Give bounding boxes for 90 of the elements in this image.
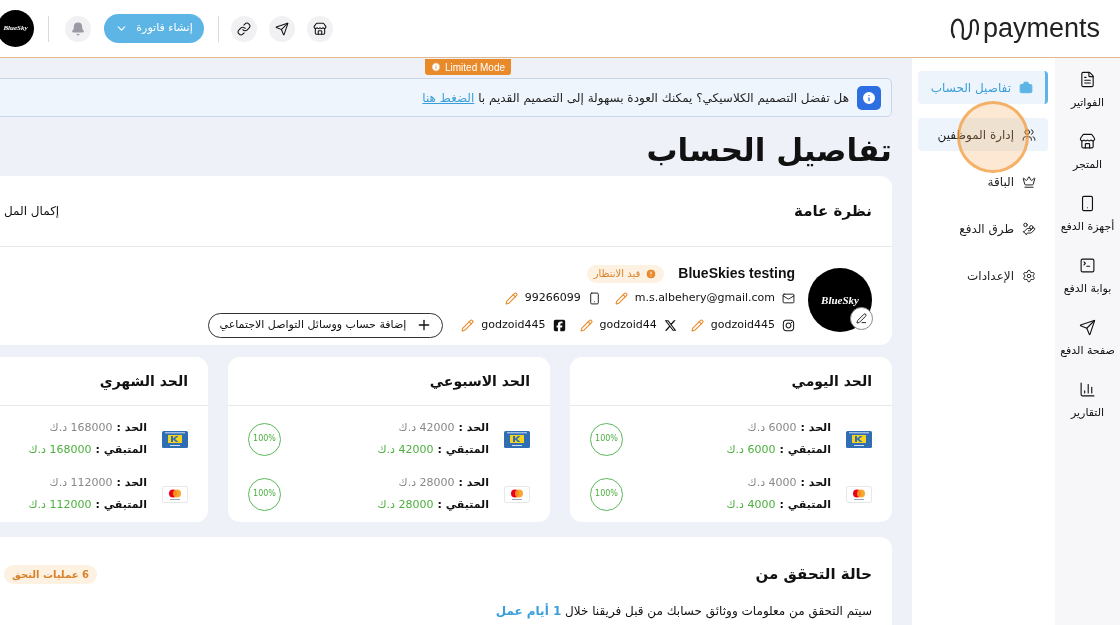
bank-card-icon bbox=[846, 430, 872, 448]
rail-item[interactable]: بوابة الدفع bbox=[1063, 257, 1112, 302]
verification-text: سيتم التحقق من معلومات ووثائق حسابك من قبل فريقنا خلال 1 أيام عمل bbox=[494, 602, 872, 620]
remaining-label: المتبقي : bbox=[779, 496, 831, 513]
limit-label: الحد : bbox=[800, 475, 831, 491]
banner-text: هل تفضل التصميم الكلاسيكي؟ يمكنك العودة بسهولة إلى التصميم القديم با الضغط هنا bbox=[422, 89, 849, 107]
instagram-icon bbox=[782, 318, 795, 332]
page-title: تفاصيل الحساب bbox=[645, 131, 892, 170]
info-icon bbox=[857, 85, 881, 110]
crown-icon bbox=[1022, 174, 1036, 189]
link-icon bbox=[237, 21, 251, 36]
card-circles-icon bbox=[846, 485, 872, 503]
remaining-value: 168000 د.ك bbox=[28, 441, 92, 458]
link-button[interactable] bbox=[231, 15, 257, 42]
limit-value: 42000 د.ك bbox=[398, 420, 455, 436]
gear-icon bbox=[1022, 268, 1036, 283]
send-icon bbox=[1079, 319, 1096, 336]
store-button[interactable] bbox=[307, 15, 333, 42]
remaining-label: المتبقي : bbox=[437, 496, 489, 513]
alert-icon bbox=[645, 267, 658, 280]
account-name: BlueSkies testing bbox=[678, 264, 795, 283]
limit-label: الحد : bbox=[458, 420, 489, 436]
rail-item[interactable]: الفواتير bbox=[1070, 71, 1105, 116]
remaining-value: 42000 د.ك bbox=[377, 441, 434, 458]
social-handle: godzoid445 bbox=[481, 316, 546, 333]
terminal-icon bbox=[1079, 257, 1096, 274]
rail-item[interactable]: صفحة الدفع bbox=[1060, 319, 1115, 364]
limited-mode-badge: Limited Mode bbox=[425, 59, 511, 75]
status-badge: قيد الانتظار bbox=[586, 264, 665, 283]
phone-icon bbox=[1079, 195, 1096, 212]
limit-label: الحد : bbox=[458, 475, 489, 491]
users-icon bbox=[1022, 127, 1036, 142]
document-icon bbox=[1079, 71, 1096, 88]
remaining-label: المتبقي : bbox=[95, 441, 147, 458]
remaining-label: المتبقي : bbox=[437, 441, 489, 458]
remaining-label: المتبقي : bbox=[95, 496, 147, 513]
x-logo-icon bbox=[663, 318, 677, 332]
facebook-icon bbox=[552, 318, 566, 332]
remaining-value: 112000 د.ك bbox=[28, 496, 92, 513]
contact-value: 99266099 bbox=[524, 290, 581, 306]
limit-value: 112000 د.ك bbox=[49, 475, 113, 491]
briefcase-icon bbox=[1019, 80, 1033, 95]
remaining-value: 4000 د.ك bbox=[726, 496, 776, 513]
remaining-value: 28000 د.ك bbox=[377, 496, 434, 513]
complete-profile-link[interactable]: إكمال المل bbox=[4, 202, 60, 220]
limit-label: الحد : bbox=[116, 420, 147, 436]
coins-hand-icon bbox=[1022, 221, 1036, 236]
social-handle: godzoid445 bbox=[710, 316, 775, 333]
bell-icon bbox=[71, 21, 85, 36]
verification-title: حالة التحقق من bbox=[755, 564, 872, 585]
phone-icon bbox=[587, 291, 601, 305]
limit-value: 28000 د.ك bbox=[398, 475, 455, 491]
edit-icon[interactable] bbox=[614, 291, 628, 305]
limit-label: الحد : bbox=[800, 420, 831, 436]
avatar-text: BlueSky bbox=[821, 293, 859, 308]
info-icon bbox=[431, 62, 441, 72]
overview-title: نظرة عامة bbox=[794, 200, 872, 222]
notifications-button[interactable] bbox=[65, 15, 91, 42]
send-icon bbox=[275, 21, 289, 36]
contact-value: m.s.albehery@gmail.com bbox=[634, 290, 775, 306]
edit-icon[interactable] bbox=[579, 318, 593, 332]
limit-value: 168000 د.ك bbox=[49, 420, 113, 436]
card-circles-icon bbox=[162, 485, 188, 503]
bank-card-icon bbox=[504, 430, 530, 448]
limit-title: الحد الاسبوعي bbox=[429, 371, 530, 392]
store-icon bbox=[313, 21, 327, 36]
limit-value: 4000 د.ك bbox=[747, 475, 797, 491]
brand-name: payments bbox=[982, 15, 1100, 42]
limit-value: 6000 د.ك bbox=[747, 420, 797, 436]
operations-badge: 6 عمليات التحق bbox=[4, 564, 97, 584]
pen-icon bbox=[856, 313, 867, 325]
rail-item[interactable]: المتجر bbox=[1072, 133, 1103, 178]
edit-icon[interactable] bbox=[504, 291, 518, 305]
send-button[interactable] bbox=[269, 15, 295, 42]
store-icon bbox=[1079, 133, 1096, 150]
bank-card-icon bbox=[162, 430, 188, 448]
bar-chart-icon bbox=[1079, 381, 1096, 398]
remaining-label: المتبقي : bbox=[779, 441, 831, 458]
limit-title: الحد الشهري bbox=[99, 371, 188, 392]
edit-icon[interactable] bbox=[690, 318, 704, 332]
limit-label: الحد : bbox=[116, 475, 147, 491]
edit-icon[interactable] bbox=[461, 318, 475, 332]
card-circles-icon bbox=[504, 485, 530, 503]
logo-icon bbox=[949, 16, 980, 41]
mail-icon bbox=[782, 291, 795, 305]
rail-item[interactable]: أجهزة الدفع bbox=[1060, 195, 1115, 240]
rail-item[interactable]: التقارير bbox=[1070, 381, 1105, 426]
social-handle: godzoid44 bbox=[599, 316, 657, 333]
remaining-value: 6000 د.ك bbox=[726, 441, 776, 458]
limit-title: الحد اليومي bbox=[791, 371, 872, 392]
